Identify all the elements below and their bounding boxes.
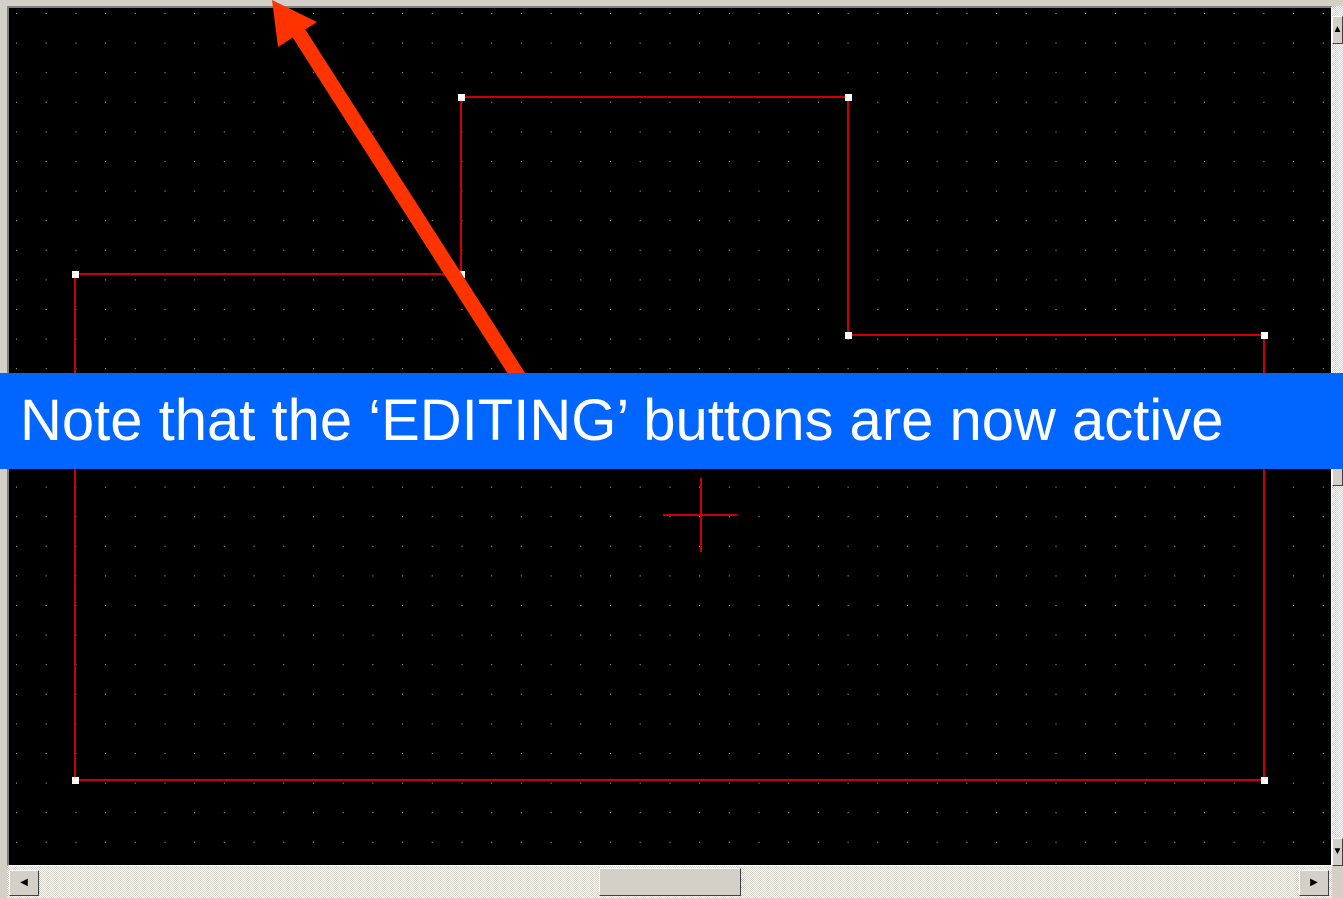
drawing-window: ▲ ▼ ◀ ▶ Note that the ‘EDITING’ buttons … [0, 0, 1343, 898]
vertex-handle[interactable] [845, 94, 852, 101]
vertex-handle[interactable] [72, 271, 79, 278]
scroll-down-button[interactable]: ▼ [1332, 838, 1343, 866]
vertex-handle[interactable] [72, 777, 79, 784]
arrow-left-icon: ◀ [20, 877, 28, 888]
vertex-handle[interactable] [458, 271, 465, 278]
vertex-handle[interactable] [458, 94, 465, 101]
caption-text: Note that the ‘EDITING’ buttons are now … [20, 388, 1224, 453]
arrow-down-icon: ▼ [1332, 846, 1343, 857]
horizontal-scrollbar[interactable]: ◀ ▶ [7, 866, 1332, 898]
horizontal-scroll-thumb[interactable] [599, 868, 741, 896]
arrow-up-icon: ▲ [1332, 24, 1343, 35]
arrow-right-icon: ▶ [1310, 877, 1318, 888]
scroll-left-button[interactable]: ◀ [9, 870, 39, 896]
vertex-handle[interactable] [1261, 777, 1268, 784]
scroll-up-button[interactable]: ▲ [1332, 16, 1343, 44]
vertex-handle[interactable] [1261, 332, 1268, 339]
vertex-handle[interactable] [845, 332, 852, 339]
caption-banner: Note that the ‘EDITING’ buttons are now … [0, 373, 1343, 469]
scroll-right-button[interactable]: ▶ [1299, 870, 1329, 896]
